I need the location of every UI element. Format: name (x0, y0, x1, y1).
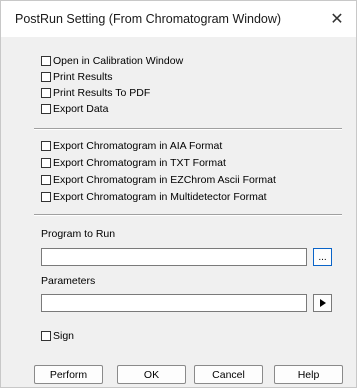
checkbox-box[interactable] (41, 192, 51, 202)
checkbox-box[interactable] (41, 104, 51, 114)
checkbox-label: Export Chromatogram in EZChrom Ascii For… (53, 174, 276, 186)
checkbox-print-results[interactable]: Print Results (41, 70, 113, 84)
ellipsis-icon: ... (318, 251, 327, 263)
cancel-button[interactable]: Cancel (194, 365, 263, 384)
parameters-menu-button[interactable] (313, 294, 332, 312)
checkbox-box[interactable] (41, 72, 51, 82)
checkbox-box[interactable] (41, 158, 51, 168)
checkbox-label: Export Chromatogram in Multidetector For… (53, 191, 267, 203)
checkbox-export-data[interactable]: Export Data (41, 102, 108, 116)
checkbox-label: Sign (53, 330, 75, 342)
checkbox-label: Export Chromatogram in TXT Format (53, 157, 226, 169)
help-button[interactable]: Help (274, 365, 343, 384)
checkbox-export-txt[interactable]: Export Chromatogram in TXT Format (41, 156, 226, 170)
checkbox-export-aia[interactable]: Export Chromatogram in AIA Format (41, 139, 222, 153)
checkbox-box[interactable] (41, 331, 51, 341)
parameters-label: Parameters (41, 275, 96, 287)
title-bar: PostRun Setting (From Chromatogram Windo… (1, 1, 356, 37)
parameters-input[interactable] (41, 294, 307, 312)
checkbox-label: Print Results To PDF (53, 87, 151, 99)
separator (34, 214, 342, 216)
program-to-run-label: Program to Run (41, 228, 116, 240)
checkbox-box[interactable] (41, 88, 51, 98)
checkbox-export-multidetector[interactable]: Export Chromatogram in Multidetector For… (41, 190, 267, 204)
play-arrow-icon (319, 299, 326, 307)
checkbox-print-results-to-pdf[interactable]: Print Results To PDF (41, 86, 150, 100)
checkbox-box[interactable] (41, 141, 51, 151)
perform-button[interactable]: Perform (34, 365, 103, 384)
checkbox-open-in-calibration-window[interactable]: Open in Calibration Window (41, 54, 183, 68)
browse-button[interactable]: ... (313, 248, 332, 266)
checkbox-label: Open in Calibration Window (53, 55, 184, 67)
ok-button[interactable]: OK (117, 365, 186, 384)
checkbox-box[interactable] (41, 56, 51, 66)
program-to-run-input[interactable] (41, 248, 307, 266)
close-icon: ✕ (330, 11, 344, 28)
checkbox-label: Export Data (53, 103, 109, 115)
checkbox-box[interactable] (41, 175, 51, 185)
dialog-title: PostRun Setting (From Chromatogram Windo… (15, 12, 282, 26)
checkbox-sign[interactable]: Sign (41, 329, 74, 343)
close-button[interactable]: ✕ (322, 5, 352, 33)
checkbox-label: Print Results (53, 71, 113, 83)
separator (34, 128, 342, 130)
postrun-setting-dialog: PostRun Setting (From Chromatogram Windo… (0, 0, 357, 388)
checkbox-export-ezchrom-ascii[interactable]: Export Chromatogram in EZChrom Ascii For… (41, 173, 276, 187)
checkbox-label: Export Chromatogram in AIA Format (53, 140, 223, 152)
